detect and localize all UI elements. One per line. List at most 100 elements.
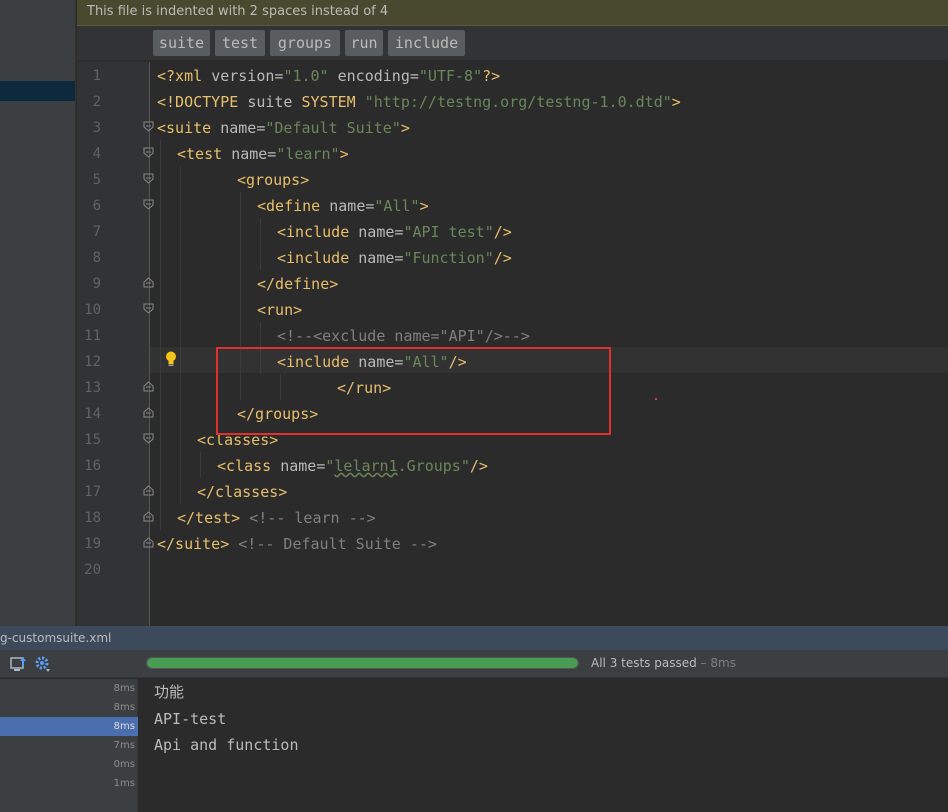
attr-value: "Default Suite" (265, 119, 401, 137)
code-line-5[interactable]: <groups> (237, 167, 309, 193)
line-number: 9 (92, 276, 101, 292)
comment: <!-- Default Suite --> (229, 535, 437, 553)
comment: <!--<exclude name="API"/>--> (277, 327, 530, 345)
test-row-selected[interactable]: 8ms (0, 717, 138, 736)
breadcrumb-groups[interactable]: groups (270, 30, 340, 56)
line-number: 5 (92, 172, 101, 188)
run-tab-header[interactable]: g-customsuite.xml (0, 626, 948, 650)
code-line-1[interactable]: <?xml version="1.0" encoding="UTF-8"?> (157, 63, 500, 89)
code-line-8[interactable]: <include name="Function"/> (277, 245, 512, 271)
line-number: 17 (84, 484, 101, 500)
attr-value: "1.0" (283, 67, 329, 85)
test-time: 0ms (113, 759, 135, 770)
fold-marker-icon[interactable] (143, 303, 154, 314)
fold-marker-icon[interactable] (143, 121, 154, 132)
code-line-16[interactable]: <class name="lelarn1.Groups"/> (217, 453, 488, 479)
breadcrumb-include[interactable]: include (388, 30, 465, 56)
tag: </classes> (197, 483, 288, 501)
test-progress-bar (146, 657, 579, 669)
code-line-7[interactable]: <include name="API test"/> (277, 219, 512, 245)
xml-decl-end: ?> (482, 67, 501, 85)
tag: <include (277, 249, 359, 267)
attr-name: name= (358, 223, 404, 241)
fold-end-marker-icon[interactable] (143, 511, 154, 522)
indent-guide (160, 140, 161, 530)
test-duration: – 8ms (696, 656, 736, 670)
line-number: 4 (92, 146, 101, 162)
tag: </define> (257, 275, 339, 293)
attr-name: name= (358, 249, 404, 267)
lightbulb-icon[interactable] (164, 350, 178, 368)
fold-end-marker-icon[interactable] (143, 407, 154, 418)
code-line-9[interactable]: </define> (257, 271, 338, 297)
fold-end-marker-icon[interactable] (143, 485, 154, 496)
tag: <test (177, 145, 232, 163)
attr-value: "Function" (403, 249, 494, 267)
fold-marker-icon[interactable] (143, 173, 154, 184)
fold-marker-icon[interactable] (143, 199, 154, 210)
test-status: All 3 tests passed – 8ms (591, 656, 736, 670)
fold-end-marker-icon[interactable] (143, 381, 154, 392)
tag: <run> (257, 301, 303, 319)
test-time: 1ms (113, 778, 135, 789)
settings-icon[interactable] (34, 655, 52, 673)
attr-name: version= (211, 67, 284, 85)
code-line-2[interactable]: <!DOCTYPE suite SYSTEM "http://testng.or… (157, 89, 681, 115)
test-row[interactable]: 1ms (0, 774, 138, 793)
code-line-11[interactable]: <!--<exclude name="API"/>--> (277, 323, 530, 349)
doctype-keyword: SYSTEM (301, 93, 365, 111)
fold-marker-icon[interactable] (143, 433, 154, 444)
tag-end: > (400, 119, 410, 137)
tag-end: /> (493, 223, 512, 241)
test-row[interactable]: 0ms (0, 755, 138, 774)
indent-guide (180, 166, 181, 504)
line-number: 10 (84, 302, 101, 318)
tag: <suite (157, 119, 221, 137)
test-row[interactable]: 8ms (0, 679, 138, 698)
attr-name: encoding= (328, 67, 419, 85)
code-line-4[interactable]: <test name="learn"> (177, 141, 349, 167)
breadcrumb-test[interactable]: test (215, 30, 265, 56)
code-line-17[interactable]: </classes> (197, 479, 287, 505)
breadcrumb: suite test groups run include (77, 26, 948, 61)
test-progress-fill (147, 658, 578, 668)
test-time: 7ms (113, 740, 135, 751)
indent-notification: This file is indented with 2 spaces inst… (77, 0, 948, 26)
project-selected-item[interactable] (0, 81, 75, 101)
code-line-3[interactable]: <suite name="Default Suite"> (157, 115, 410, 141)
tag: <define (257, 197, 330, 215)
test-row[interactable]: 8ms (0, 698, 138, 717)
test-tree-panel[interactable]: 8ms 8ms 8ms 7ms 0ms 1ms (0, 679, 138, 812)
fold-end-marker-icon[interactable] (143, 277, 154, 288)
test-status-text: All 3 tests passed (591, 656, 697, 670)
fold-end-marker-icon[interactable] (143, 537, 154, 548)
line-number: 13 (84, 380, 101, 396)
console-output[interactable]: 功能 API-test Api and function (139, 679, 948, 812)
highlight-annotation-box (216, 347, 611, 435)
line-number: 20 (84, 562, 101, 578)
line-number: 14 (84, 406, 101, 422)
line-number: 15 (84, 432, 101, 448)
code-line-10[interactable]: <run> (257, 297, 302, 323)
attr-name: name= (220, 119, 266, 137)
comment: <!-- learn --> (240, 509, 376, 527)
line-number: 18 (84, 510, 101, 526)
code-line-6[interactable]: <define name="All"> (257, 193, 429, 219)
xml-decl: <?xml (157, 67, 212, 85)
attr-name: name= (231, 145, 277, 163)
fold-marker-icon[interactable] (143, 147, 154, 158)
breadcrumb-run[interactable]: run (345, 30, 383, 56)
export-icon[interactable] (10, 655, 28, 673)
line-number: 7 (92, 224, 101, 240)
breadcrumb-suite[interactable]: suite (153, 30, 210, 56)
line-number: 3 (92, 120, 101, 136)
code-line-19[interactable]: </suite> <!-- Default Suite --> (157, 531, 437, 557)
doctype-tag: <!DOCTYPE (157, 93, 248, 111)
line-number: 1 (92, 68, 101, 84)
attr-value: "All" (374, 197, 420, 215)
console-line: API-test (154, 710, 227, 728)
project-panel[interactable] (0, 0, 76, 626)
run-config-name[interactable]: g-customsuite.xml (0, 631, 111, 645)
test-row[interactable]: 7ms (0, 736, 138, 755)
code-line-18[interactable]: </test> <!-- learn --> (177, 505, 376, 531)
